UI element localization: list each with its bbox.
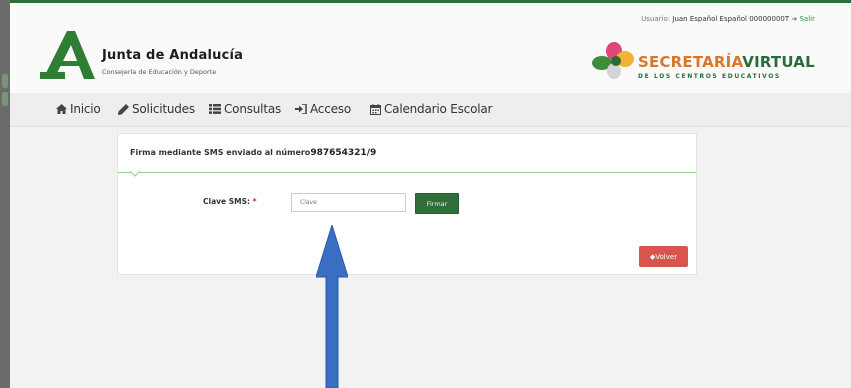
junta-andalucia-logo[interactable] [40, 31, 95, 79]
pencil-icon [118, 103, 129, 115]
required-mark: * [252, 197, 257, 206]
volver-button[interactable]: ◆ Volver [639, 246, 688, 267]
calendar-icon [370, 103, 381, 115]
clave-sms-input[interactable] [291, 193, 406, 212]
home-icon [56, 104, 67, 114]
edge-shadow [0, 70, 10, 110]
header-notch [130, 171, 140, 177]
nav-item-solicitudes[interactable]: Solicitudes [118, 102, 195, 116]
card-header: Firma mediante SMS enviado al número9876… [118, 134, 696, 177]
nav-item-consultas[interactable]: Consultas [209, 102, 281, 116]
org-title: Junta de Andalucía [102, 48, 244, 63]
clave-sms-label-text: Clave SMS: [203, 197, 250, 206]
user-label: Usuario: [641, 15, 671, 23]
sign-out-icon: ➜ [791, 15, 798, 23]
header: Usuario: Juan Español Español 00000000T … [10, 0, 851, 93]
nav-item-calendario-escolar[interactable]: Calendario Escolar [370, 102, 492, 116]
sign-in-icon [295, 104, 307, 114]
nav-item-inicio[interactable]: Inicio [56, 102, 101, 116]
logout-link[interactable]: ➜ Salir [791, 15, 815, 23]
pointer-arrow-annotation [316, 225, 348, 388]
nav-label: Consultas [224, 102, 282, 116]
nav-item-acceso[interactable]: Acceso [295, 102, 351, 116]
sv-subtitle: DE LOS CENTROS EDUCATIVOS [638, 73, 781, 80]
phone-number: 987654321 [310, 148, 367, 158]
main-nav: Inicio Solicitudes Consultas Acceso Cale… [10, 93, 851, 127]
nav-label: Calendario Escolar [384, 102, 493, 116]
card-title-text: Firma mediante SMS enviado al número [130, 148, 311, 157]
sv-title-part1: SECRETARÍA [638, 53, 743, 71]
clave-sms-label: Clave SMS: * [203, 197, 257, 206]
org-subtitle: Consejería de Educación y Deporte [102, 68, 217, 76]
nav-label: Acceso [310, 102, 351, 116]
sv-title-part2: VIRTUAL [742, 53, 815, 71]
org-text: Junta de Andalucía Consejería de Educaci… [102, 48, 243, 76]
nav-label: Inicio [70, 102, 101, 116]
secretaria-virtual-flower-icon[interactable] [592, 41, 636, 87]
phone-number-tail: /9 [366, 148, 377, 158]
firmar-button[interactable]: Firmar [415, 193, 459, 214]
user-name: Juan Español Español 00000000T [672, 15, 790, 23]
card-title: Firma mediante SMS enviado al número9876… [130, 148, 376, 158]
page: Usuario: Juan Español Español 00000000T … [10, 0, 851, 388]
sv-title: SECRETARÍAVIRTUAL [638, 53, 815, 71]
list-icon [209, 104, 221, 114]
nav-label: Solicitudes [132, 102, 195, 116]
volver-label: Volver [655, 252, 678, 261]
user-bar: Usuario: Juan Español Español 00000000T … [641, 15, 815, 23]
sms-signature-card: Firma mediante SMS enviado al número9876… [117, 133, 697, 275]
logout-label: Salir [799, 15, 815, 23]
left-edge-strip [0, 0, 10, 388]
sv-text: SECRETARÍAVIRTUAL DE LOS CENTROS EDUCATI… [638, 53, 815, 80]
